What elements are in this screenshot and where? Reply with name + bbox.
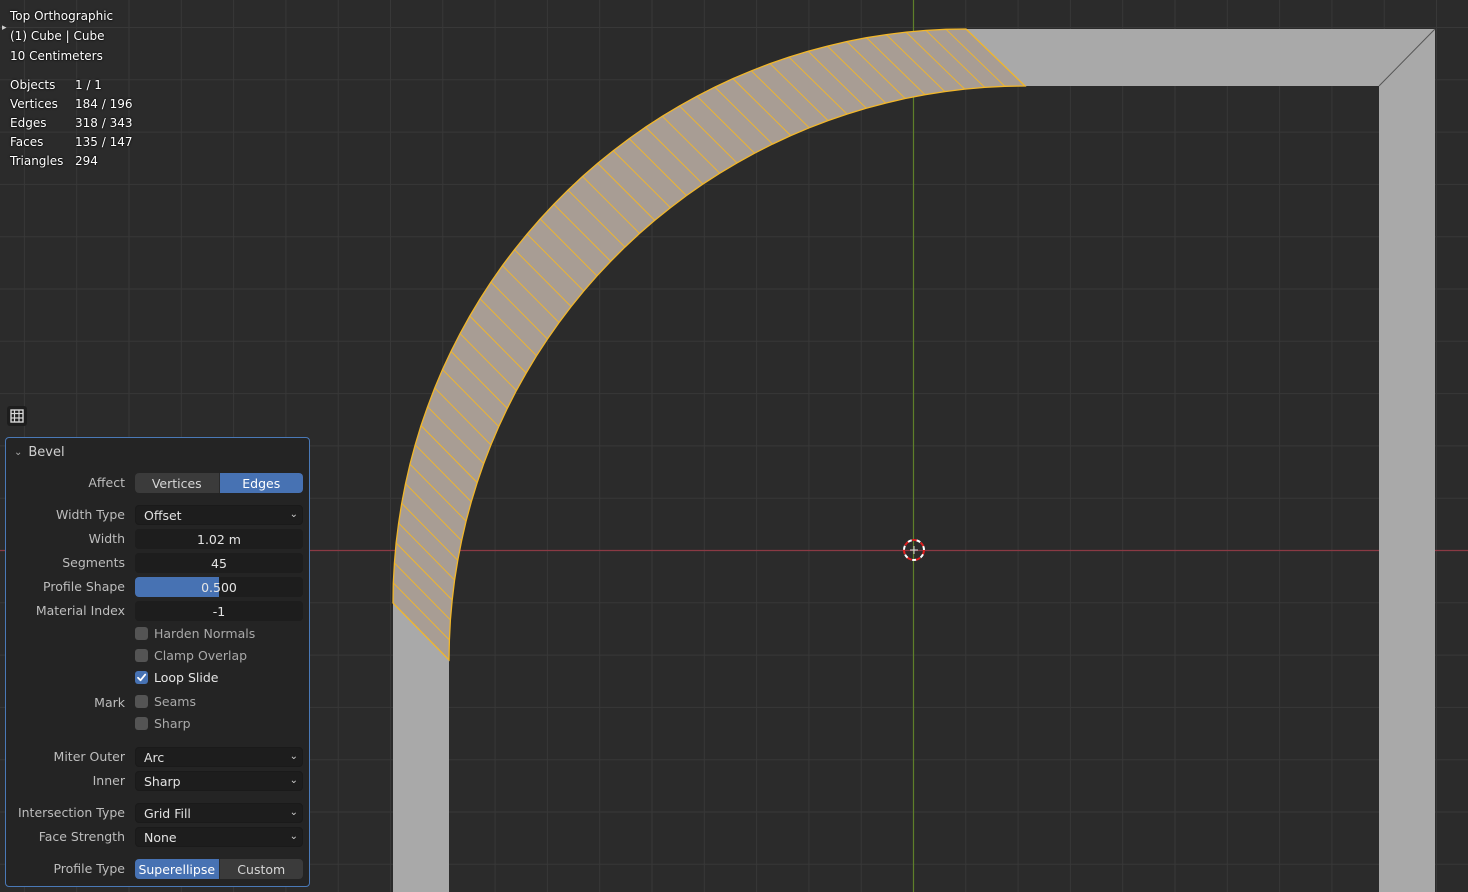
mesh-top-arm <box>966 29 1435 86</box>
chevron-down-icon: ⌄ <box>289 807 298 818</box>
material-index-value: -1 <box>212 603 226 619</box>
affect-vertices-option[interactable]: Vertices <box>135 473 219 493</box>
profile-shape-row: Profile Shape 0.500 <box>6 576 311 598</box>
chevron-down-icon: ⌄ <box>14 446 23 458</box>
width-value: 1.02 m <box>197 531 241 547</box>
checkbox-unchecked-icon <box>135 649 148 662</box>
width-type-dropdown[interactable]: Offset ⌄ <box>135 505 303 525</box>
miter-outer-value: Arc <box>144 749 165 765</box>
material-index-label: Material Index <box>35 603 125 618</box>
chevron-down-icon: ⌄ <box>289 831 298 842</box>
bevel-arc-band <box>392 28 1027 662</box>
profile-type-toggle: Superellipse Custom <box>135 859 303 879</box>
checkbox-unchecked-icon <box>135 717 148 730</box>
face-strength-value: None <box>144 829 177 845</box>
affect-row: Affect Vertices Edges <box>6 472 311 494</box>
miter-outer-row: Miter Outer Arc ⌄ <box>6 746 311 768</box>
chevron-down-icon: ⌄ <box>289 751 298 762</box>
clamp-overlap-row: Clamp Overlap <box>6 646 311 668</box>
operator-panel-toggle-icon[interactable] <box>7 406 27 426</box>
affect-label: Affect <box>88 475 125 490</box>
miter-inner-dropdown[interactable]: Sharp ⌄ <box>135 771 303 791</box>
3d-viewport[interactable]: Top Orthographic (1) Cube | Cube 10 Cent… <box>0 0 1468 892</box>
clamp-overlap-label: Clamp Overlap <box>154 648 248 663</box>
width-type-row: Width Type Offset ⌄ <box>6 504 311 526</box>
bevel-panel-header[interactable]: ⌄ Bevel <box>14 444 65 460</box>
segments-value: 45 <box>211 555 227 571</box>
chevron-down-icon: ⌄ <box>289 775 298 786</box>
statistics-overlay: Objects 1 / 1 Vertices 184 / 196 Edges 318 … <box>10 76 132 171</box>
mark-sharp-label: Sharp <box>154 716 191 731</box>
segments-row: Segments 45 <box>6 552 311 574</box>
profile-shape-slider[interactable]: 0.500 <box>135 577 303 597</box>
intersection-type-label: Intersection Type <box>17 805 125 820</box>
mark-sharp-checkbox[interactable]: Sharp <box>135 716 191 731</box>
viewport-info-overlay: Top Orthographic (1) Cube | Cube 10 Cent… <box>10 6 113 66</box>
mark-sharp-row: Sharp <box>6 714 311 736</box>
harden-normals-row: Harden Normals <box>6 624 311 646</box>
material-index-field[interactable]: -1 <box>135 601 303 621</box>
mark-seams-row: Mark Seams <box>6 692 311 714</box>
loop-slide-row: Loop Slide <box>6 668 311 690</box>
bevel-panel-title: Bevel <box>28 444 65 460</box>
harden-normals-label: Harden Normals <box>154 626 256 641</box>
affect-toggle: Vertices Edges <box>135 473 303 493</box>
mesh-right-arm <box>1379 29 1435 892</box>
intersection-type-row: Intersection Type Grid Fill ⌄ <box>6 802 311 824</box>
view-name: Top Orthographic <box>10 9 114 23</box>
miter-outer-dropdown[interactable]: Arc ⌄ <box>135 747 303 767</box>
segments-field[interactable]: 45 <box>135 553 303 573</box>
miter-inner-label: Inner <box>92 773 125 788</box>
face-strength-row: Face Strength None ⌄ <box>6 826 311 848</box>
profile-type-superellipse-option[interactable]: Superellipse <box>135 859 219 879</box>
loop-slide-checkbox[interactable]: Loop Slide <box>135 670 218 685</box>
stat-row-vertices: Vertices 184 / 196 <box>10 97 133 111</box>
checkbox-unchecked-icon <box>135 695 148 708</box>
checkbox-unchecked-icon <box>135 627 148 640</box>
width-label: Width <box>88 531 125 546</box>
stat-row-edges: Edges 318 / 343 <box>10 116 133 130</box>
width-type-value: Offset <box>144 507 182 523</box>
chevron-down-icon: ⌄ <box>289 509 298 520</box>
bevel-operator-panel[interactable]: ⌄ Bevel Affect Vertices Edges Width Type… <box>5 437 310 887</box>
expand-arrow-icon[interactable]: ▸ <box>2 23 7 33</box>
width-row: Width 1.02 m <box>6 528 311 550</box>
miter-inner-row: Inner Sharp ⌄ <box>6 770 311 792</box>
grid-scale: 10 Centimeters <box>10 49 103 63</box>
stat-row-objects: Objects 1 / 1 <box>10 78 102 92</box>
object-info: (1) Cube | Cube <box>10 29 105 43</box>
clamp-overlap-checkbox[interactable]: Clamp Overlap <box>135 648 247 663</box>
profile-type-custom-option[interactable]: Custom <box>218 859 303 879</box>
face-strength-label: Face Strength <box>38 829 125 844</box>
stat-row-triangles: Triangles 294 <box>10 154 98 168</box>
segments-label: Segments <box>62 555 125 570</box>
mark-seams-label: Seams <box>154 694 196 709</box>
stat-row-faces: Faces 135 / 147 <box>10 135 133 149</box>
harden-normals-checkbox[interactable]: Harden Normals <box>135 626 255 641</box>
width-type-label: Width Type <box>55 507 125 522</box>
miter-inner-value: Sharp <box>144 773 181 789</box>
checkmark-icon <box>135 671 148 684</box>
face-strength-dropdown[interactable]: None ⌄ <box>135 827 303 847</box>
mark-label: Mark <box>94 695 125 710</box>
miter-outer-label: Miter Outer <box>53 749 125 764</box>
material-index-row: Material Index -1 <box>6 600 311 622</box>
affect-edges-option[interactable]: Edges <box>218 473 303 493</box>
profile-type-row: Profile Type Superellipse Custom <box>6 858 311 880</box>
profile-type-label: Profile Type <box>53 861 125 876</box>
mark-seams-checkbox[interactable]: Seams <box>135 694 196 709</box>
profile-shape-value: 0.500 <box>201 579 237 595</box>
intersection-type-dropdown[interactable]: Grid Fill ⌄ <box>135 803 303 823</box>
width-field[interactable]: 1.02 m <box>135 529 303 549</box>
intersection-type-value: Grid Fill <box>144 805 191 821</box>
loop-slide-label: Loop Slide <box>154 670 219 685</box>
profile-shape-label: Profile Shape <box>43 579 125 594</box>
